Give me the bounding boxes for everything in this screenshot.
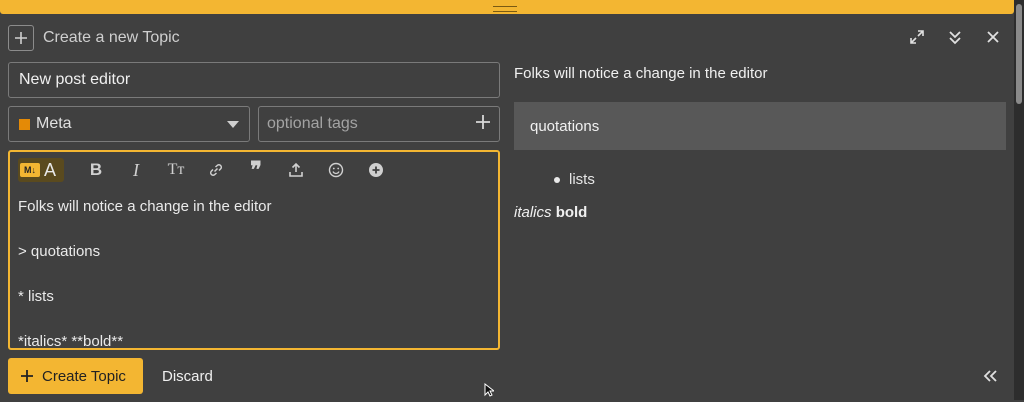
editor-line: *italics* **bold** [18,333,124,350]
editor-line: * lists [18,288,54,305]
preview-paragraph: Folks will notice a change in the editor [514,65,768,82]
category-color-swatch [19,118,30,130]
create-topic-button[interactable]: Create Topic [8,358,143,394]
preview-list-text: lists [569,171,595,188]
editor-line [18,309,490,332]
composer-header: Create a new Topic [8,24,180,52]
topic-title-input[interactable]: New post editor [8,62,500,98]
topic-title-value: New post editor [19,71,131,88]
toggle-preview-button[interactable] [980,366,1000,386]
composer-resize-bar[interactable] [0,0,1014,14]
rich-text-icon: A [44,159,57,180]
preview-emphasis: italics bold [514,204,1006,221]
italic-icon[interactable]: I [116,158,156,182]
bullet-icon [554,177,560,183]
markdown-badge: M↓ [20,163,40,177]
editor-line: Folks will notice a change in the editor [18,198,272,215]
preview-blockquote: quotations [514,102,1006,150]
discard-button[interactable]: Discard [162,358,213,394]
preview-italic: italics [514,204,552,221]
minimize-icon[interactable] [946,28,964,46]
quote-icon[interactable]: ❞ [236,157,276,182]
tags-placeholder: optional tags [267,115,358,132]
scrollbar-thumb[interactable] [1016,4,1022,104]
add-icon[interactable] [356,158,396,182]
preview-list-item: lists [514,168,1006,192]
category-label: Meta [36,115,72,132]
category-select[interactable]: Meta [8,106,250,142]
create-topic-label: Create Topic [42,367,126,385]
resize-grip[interactable] [493,6,517,12]
markdown-toggle[interactable]: M↓ A [18,158,64,182]
composer-preview: Folks will notice a change in the editor… [514,62,1006,221]
tags-input[interactable]: optional tags [258,106,500,142]
link-icon[interactable] [196,158,236,182]
editor-line [18,219,490,242]
emoji-icon[interactable] [316,158,356,182]
caret-down-icon [227,120,239,128]
mouse-cursor-icon [484,382,496,402]
composer-title: Create a new Topic [43,29,180,46]
close-icon[interactable] [984,28,1002,46]
plus-icon [8,25,34,51]
editor-toolbar: M↓ A B I Tт ❞ [10,152,498,188]
composer-controls [908,28,1002,46]
plus-icon [20,369,34,383]
expand-icon[interactable] [908,28,926,46]
plus-icon[interactable] [475,114,491,135]
upload-icon[interactable] [276,158,316,182]
editor-line: > quotations [18,243,101,260]
editor-line [18,264,490,287]
heading-icon[interactable]: Tт [156,158,196,182]
composer-editor[interactable]: M↓ A B I Tт ❞ Folks will notice a change… [8,150,500,350]
preview-bold: bold [555,204,588,221]
discard-label: Discard [162,367,213,385]
editor-textarea[interactable]: Folks will notice a change in the editor… [10,188,498,350]
double-chevron-left-icon [983,370,997,382]
bold-icon[interactable]: B [76,158,116,182]
